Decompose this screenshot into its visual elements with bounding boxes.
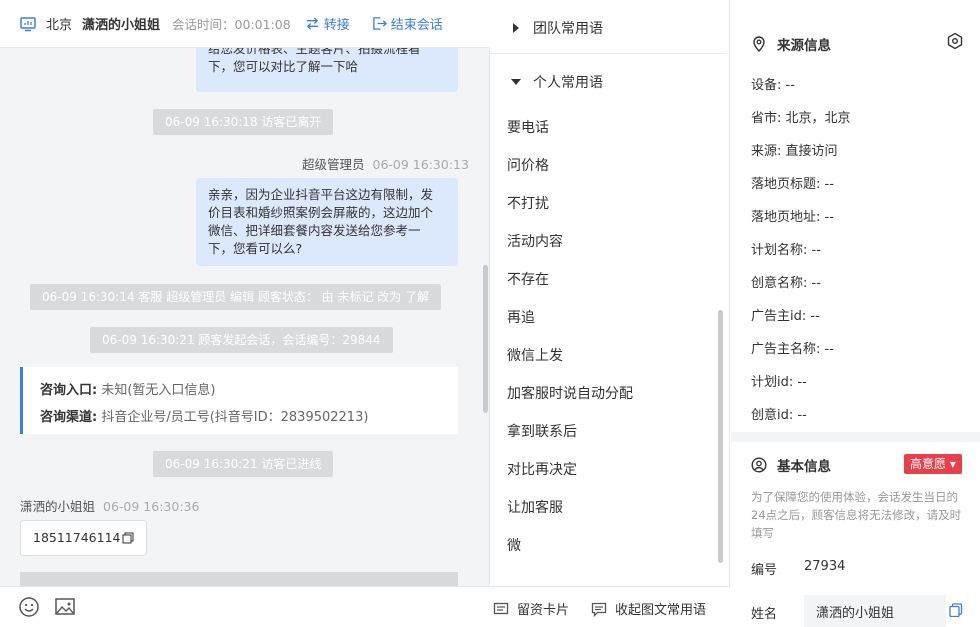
- phone-number: 18511746114: [33, 530, 121, 545]
- system-message: 06-09 16:30:14 客服 超级管理员 编辑 顾客状态： 由 未标记 改…: [30, 284, 442, 310]
- source-info-title: 来源信息: [751, 34, 831, 54]
- source-channel: 来源: 直接访问: [751, 144, 838, 159]
- intent-level-dropdown[interactable]: 高意愿 ▾: [904, 454, 962, 474]
- phrase-item[interactable]: 加客服时说自动分配: [507, 383, 633, 403]
- phrase-item[interactable]: 要电话: [507, 117, 549, 137]
- channel-value: 抖音企业号/员工号(抖音号ID：2839502213): [101, 410, 369, 425]
- source-device: 设备: --: [751, 78, 795, 93]
- chat-panel: 北京 潇洒的小姐姐 会话时间：00:01:08 转接 结束会话 给您发价格表、主…: [0, 0, 490, 627]
- phrases-toolbar: 留资卡片 收起图文常用语: [491, 586, 730, 627]
- location-pin-icon: [753, 36, 765, 52]
- caret-right-icon: [513, 23, 519, 33]
- phrase-item[interactable]: 问价格: [507, 155, 549, 175]
- exit-icon: [372, 17, 387, 30]
- copy-icon[interactable]: [949, 603, 963, 617]
- monitor-icon: [20, 16, 36, 31]
- landing-page-url: 落地页地址: --: [751, 210, 834, 225]
- copy-icon[interactable]: [122, 532, 134, 544]
- end-session-button[interactable]: 结束会话: [372, 14, 443, 33]
- agent-message: 亲亲，因为企业抖音平台这边有限制，发 价目表和婚纱照案例会屏蔽的，这边加个 微信…: [196, 178, 458, 266]
- name-label: 姓名: [751, 607, 778, 622]
- caret-down-icon: [511, 79, 521, 85]
- creative-name: 创意名称: --: [751, 276, 821, 291]
- id-value: 27934: [804, 559, 846, 574]
- system-message: [20, 572, 458, 586]
- agent-message: 给您发价格表、主题客片、拍摄流程看 下，您可以对比了解一下哈: [196, 48, 458, 92]
- transfer-icon: [306, 17, 318, 30]
- advertiser-name: 广告主名称: --: [751, 342, 834, 357]
- entry-value: 未知(暂无入口信息): [101, 383, 216, 398]
- system-message: 06-09 16:30:21 顾客发起会话，会话编号：29844: [90, 327, 393, 353]
- user-circle-icon: [751, 457, 767, 473]
- id-label: 编号: [751, 563, 778, 578]
- visitor-info-panel: 来源信息 设备: -- 省市: 北京，北京 来源: 直接访问 落地页标题: --…: [731, 0, 980, 627]
- visitor-city: 北京: [46, 18, 73, 33]
- message-icon: [591, 602, 607, 617]
- phrase-item[interactable]: 不存在: [507, 269, 549, 289]
- collapse-phrases-button[interactable]: 收起图文常用语: [591, 599, 706, 618]
- chat-header: 北京 潇洒的小姐姐 会话时间：00:01:08 转接 结束会话: [0, 0, 490, 48]
- session-time: 会话时间：00:01:08: [172, 17, 291, 32]
- phrase-item[interactable]: 对比再决定: [507, 459, 577, 479]
- advertiser-id: 广告主id: --: [751, 309, 820, 324]
- settings-icon[interactable]: [946, 32, 964, 50]
- phrase-item[interactable]: 让加客服: [507, 497, 563, 517]
- phrase-item[interactable]: 微: [507, 535, 521, 555]
- basic-info-title: 基本信息: [751, 455, 831, 475]
- agent-sender: 超级管理员 06-09 16:30:13: [302, 157, 469, 172]
- chat-scrollbar[interactable]: [483, 265, 488, 413]
- phrase-item[interactable]: 微信上发: [507, 345, 563, 365]
- creative-id: 创意id: --: [751, 408, 807, 423]
- chat-toolbar: [0, 586, 490, 627]
- edit-notice: 为了保障您的使用体验，会话发生当日的24点之后，顾客信息将无法修改，请及时填写: [751, 490, 962, 540]
- name-input[interactable]: [804, 595, 946, 627]
- team-phrases-group[interactable]: 团队常用语: [511, 18, 603, 38]
- lead-card-button[interactable]: 留资卡片: [493, 599, 569, 618]
- visitor-sender: 潇洒的小姐姐 06-09 16:30:36: [20, 499, 200, 514]
- image-icon[interactable]: [54, 596, 76, 618]
- consult-info-card: 咨询入口: 未知(暂无入口信息) 咨询渠道: 抖音企业号/员工号(抖音号ID：2…: [20, 367, 458, 434]
- source-region: 省市: 北京，北京: [751, 111, 851, 126]
- personal-phrase-list[interactable]: 要电话 问价格 不打扰 活动内容 不存在 再追 微信上发 加客服时说自动分配 拿…: [491, 88, 725, 578]
- plan-id: 计划id: --: [751, 375, 807, 390]
- message-list[interactable]: 给您发价格表、主题客片、拍摄流程看 下，您可以对比了解一下哈 06-09 16:…: [0, 48, 490, 586]
- plan-name: 计划名称: --: [751, 243, 821, 258]
- emoji-icon[interactable]: [18, 596, 40, 618]
- system-message: 06-09 16:30:21 访客已进线: [153, 451, 334, 477]
- transfer-button[interactable]: 转接: [305, 14, 350, 33]
- visitor-message[interactable]: 18511746114: [20, 520, 148, 556]
- phrase-item[interactable]: 活动内容: [507, 231, 563, 251]
- phrases-scrollbar[interactable]: [718, 310, 723, 563]
- landing-page-title: 落地页标题: --: [751, 177, 834, 192]
- phrase-item[interactable]: 再追: [507, 307, 535, 327]
- card-icon: [493, 602, 509, 614]
- phrases-panel: 团队常用语 个人常用语 要电话 问价格 不打扰 活动内容 不存在 再追 微信上发…: [491, 0, 730, 627]
- visitor-name: 潇洒的小姐姐: [82, 18, 161, 33]
- phrase-item[interactable]: 拿到联系后: [507, 421, 577, 441]
- phrase-item[interactable]: 不打扰: [507, 193, 549, 213]
- system-message: 06-09 16:30:18 访客已离开: [153, 109, 334, 135]
